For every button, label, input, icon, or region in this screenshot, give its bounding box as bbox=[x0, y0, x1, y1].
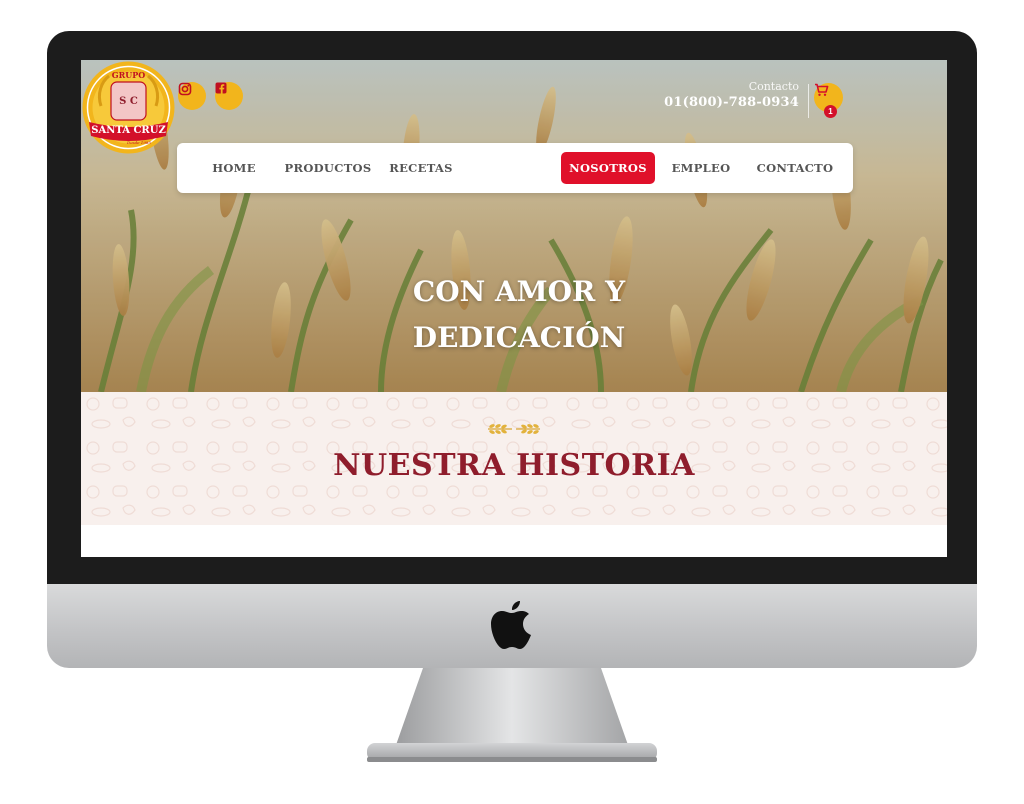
hero-title-line1: CON AMOR Y bbox=[412, 275, 626, 308]
contact-label: Contacto bbox=[748, 80, 799, 93]
history-section: NUESTRA HISTORIA bbox=[81, 392, 947, 525]
nav-home[interactable]: HOME bbox=[197, 143, 271, 193]
logo-brand: SANTA CRUZ bbox=[91, 125, 166, 136]
logo-monogram: S C bbox=[119, 96, 138, 107]
cart-icon bbox=[815, 83, 829, 96]
main-navbar: HOME PRODUCTOS RECETAS NOSOTROS EMPLEO C… bbox=[177, 143, 853, 193]
hero-title: CON AMOR Y DEDICACIÓN bbox=[399, 269, 639, 361]
hero-title-line2: DEDICACIÓN bbox=[412, 321, 626, 354]
contact-phone[interactable]: 01(800)-788-0934 bbox=[664, 95, 799, 110]
cart-count-badge: 1 bbox=[824, 105, 837, 118]
nav-productos[interactable]: PRODUCTOS bbox=[281, 143, 375, 193]
wheat-ornament-icon bbox=[488, 424, 540, 434]
hero-banner: Contacto 01(800)-788-0934 1 HOME PRODUCT… bbox=[81, 60, 947, 392]
instagram-icon bbox=[178, 82, 192, 96]
facebook-icon bbox=[215, 82, 227, 94]
santa-cruz-logo[interactable]: GRUPO S C SANTA CRUZ Desde 1985 bbox=[81, 60, 176, 155]
nav-recetas[interactable]: RECETAS bbox=[385, 143, 457, 193]
section-title: NUESTRA HISTORIA bbox=[333, 448, 695, 483]
browser-screen: Contacto 01(800)-788-0934 1 HOME PRODUCT… bbox=[81, 60, 947, 557]
nav-contacto[interactable]: CONTACTO bbox=[749, 143, 841, 193]
contact-block[interactable]: Contacto 01(800)-788-0934 bbox=[664, 80, 799, 110]
facebook-button[interactable] bbox=[215, 82, 243, 110]
contact-divider bbox=[808, 84, 809, 118]
nav-nosotros[interactable]: NOSOTROS bbox=[561, 152, 655, 184]
instagram-button[interactable] bbox=[178, 82, 206, 110]
logo-since: Desde 1985 bbox=[126, 140, 151, 145]
nav-empleo[interactable]: EMPLEO bbox=[665, 143, 737, 193]
apple-logo-icon bbox=[491, 601, 531, 649]
logo-top-text: GRUPO bbox=[112, 70, 145, 80]
